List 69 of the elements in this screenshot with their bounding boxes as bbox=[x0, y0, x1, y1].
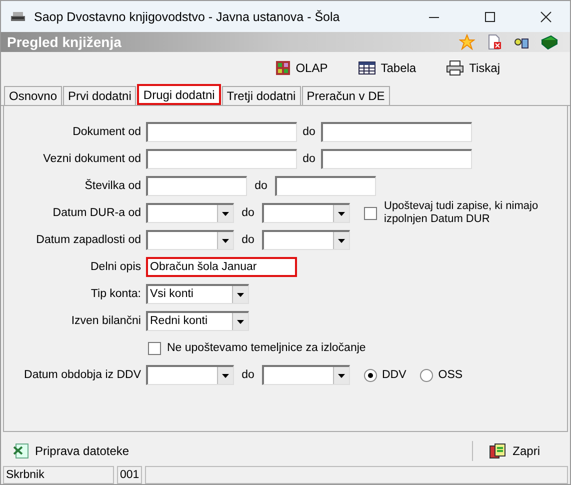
checkbox[interactable] bbox=[364, 206, 377, 220]
table-button[interactable]: Tabela bbox=[350, 59, 424, 77]
print-button[interactable]: Tiskaj bbox=[438, 58, 508, 78]
window-title: Saop Dvostavno knjigovodstvo - Javna ustanova - Šola bbox=[34, 10, 341, 24]
table-icon bbox=[358, 61, 376, 75]
input-field[interactable] bbox=[275, 176, 376, 196]
folders-icon bbox=[488, 443, 507, 459]
input-field[interactable] bbox=[146, 176, 247, 196]
dropdown-field[interactable] bbox=[262, 230, 350, 250]
document-delete-icon[interactable] bbox=[486, 34, 502, 50]
dropdown-arrow-icon[interactable] bbox=[338, 374, 345, 378]
tab[interactable]: Tretji dodatni bbox=[222, 86, 301, 105]
field-label: Dokument od bbox=[72, 126, 142, 138]
field-label: Datum obdobja iz DDV bbox=[23, 369, 142, 381]
dropdown-arrow-icon[interactable] bbox=[222, 212, 229, 216]
tab[interactable]: Osnovno bbox=[4, 86, 62, 105]
dropdown-field[interactable]: Vsi konti bbox=[146, 284, 249, 304]
field-label: Datum zapadlosti od bbox=[35, 234, 142, 246]
checkbox[interactable] bbox=[148, 342, 161, 354]
status-cell: 001 bbox=[117, 466, 142, 484]
dropdown-field[interactable] bbox=[146, 230, 234, 250]
field-label: Delni opis bbox=[90, 261, 142, 273]
input-field[interactable] bbox=[146, 122, 297, 142]
radio-button[interactable] bbox=[364, 368, 377, 382]
input-field[interactable] bbox=[321, 122, 472, 142]
olap-button[interactable]: OLAP bbox=[266, 58, 336, 78]
input-field[interactable] bbox=[321, 149, 472, 169]
star-icon[interactable] bbox=[459, 34, 475, 50]
field-label: do bbox=[240, 234, 256, 246]
dropdown-field[interactable] bbox=[146, 365, 234, 385]
page-title: Pregled knjiženja bbox=[7, 34, 122, 50]
field-label: do bbox=[302, 126, 316, 138]
maximize-icon[interactable] bbox=[484, 10, 496, 22]
checkbox-label: Ne upoštevamo temeljnice za izločanje bbox=[167, 342, 366, 354]
dropdown-field[interactable] bbox=[146, 203, 234, 223]
dropdown-arrow-icon[interactable] bbox=[338, 238, 345, 242]
status-cell: Skrbnik bbox=[3, 466, 114, 484]
close-icon[interactable] bbox=[540, 10, 552, 22]
field-label: Tip konta: bbox=[90, 288, 142, 300]
dropdown-arrow-icon[interactable] bbox=[222, 374, 229, 378]
close-button[interactable]: Zapri bbox=[472, 441, 560, 461]
spreadsheet-icon bbox=[13, 443, 29, 459]
dropdown-field[interactable]: Redni konti bbox=[146, 311, 249, 331]
dropdown-arrow-icon[interactable] bbox=[222, 238, 229, 242]
dropdown-arrow-icon[interactable] bbox=[237, 292, 244, 296]
field-label: do bbox=[240, 369, 256, 381]
field-label: do bbox=[302, 153, 316, 165]
input-field[interactable] bbox=[146, 149, 297, 169]
field-label: do bbox=[254, 180, 268, 192]
field-label: Vezni dokument od bbox=[42, 153, 142, 165]
dropdown-field[interactable] bbox=[262, 203, 350, 223]
tab[interactable]: Preračun v DE bbox=[302, 86, 390, 105]
field-label: Datum DUR-a od bbox=[52, 207, 142, 219]
app-icon bbox=[10, 10, 26, 22]
field-label: Izven bilančni bbox=[70, 315, 142, 327]
radio-label: DDV bbox=[382, 369, 406, 381]
field-label: do bbox=[240, 207, 256, 219]
dropdown-arrow-icon[interactable] bbox=[338, 212, 345, 216]
checkbox-label: Upoštevaj tudi zapise, ki nimajo izpolnjen Datum DUR bbox=[384, 200, 540, 226]
radio-button[interactable] bbox=[420, 368, 434, 382]
radio-label: OSS bbox=[438, 369, 463, 381]
field-label: Številka od bbox=[84, 180, 142, 192]
tab[interactable]: Drugi dodatni bbox=[137, 84, 221, 105]
input-field[interactable]: Obračun šola Januar bbox=[146, 257, 297, 277]
printer-icon bbox=[446, 60, 464, 76]
tab[interactable]: Prvi dodatni bbox=[63, 86, 136, 105]
prepare-file-button[interactable]: Priprava datoteke bbox=[11, 441, 132, 461]
dropdown-field[interactable] bbox=[262, 365, 350, 385]
dropdown-arrow-icon[interactable] bbox=[237, 320, 244, 324]
